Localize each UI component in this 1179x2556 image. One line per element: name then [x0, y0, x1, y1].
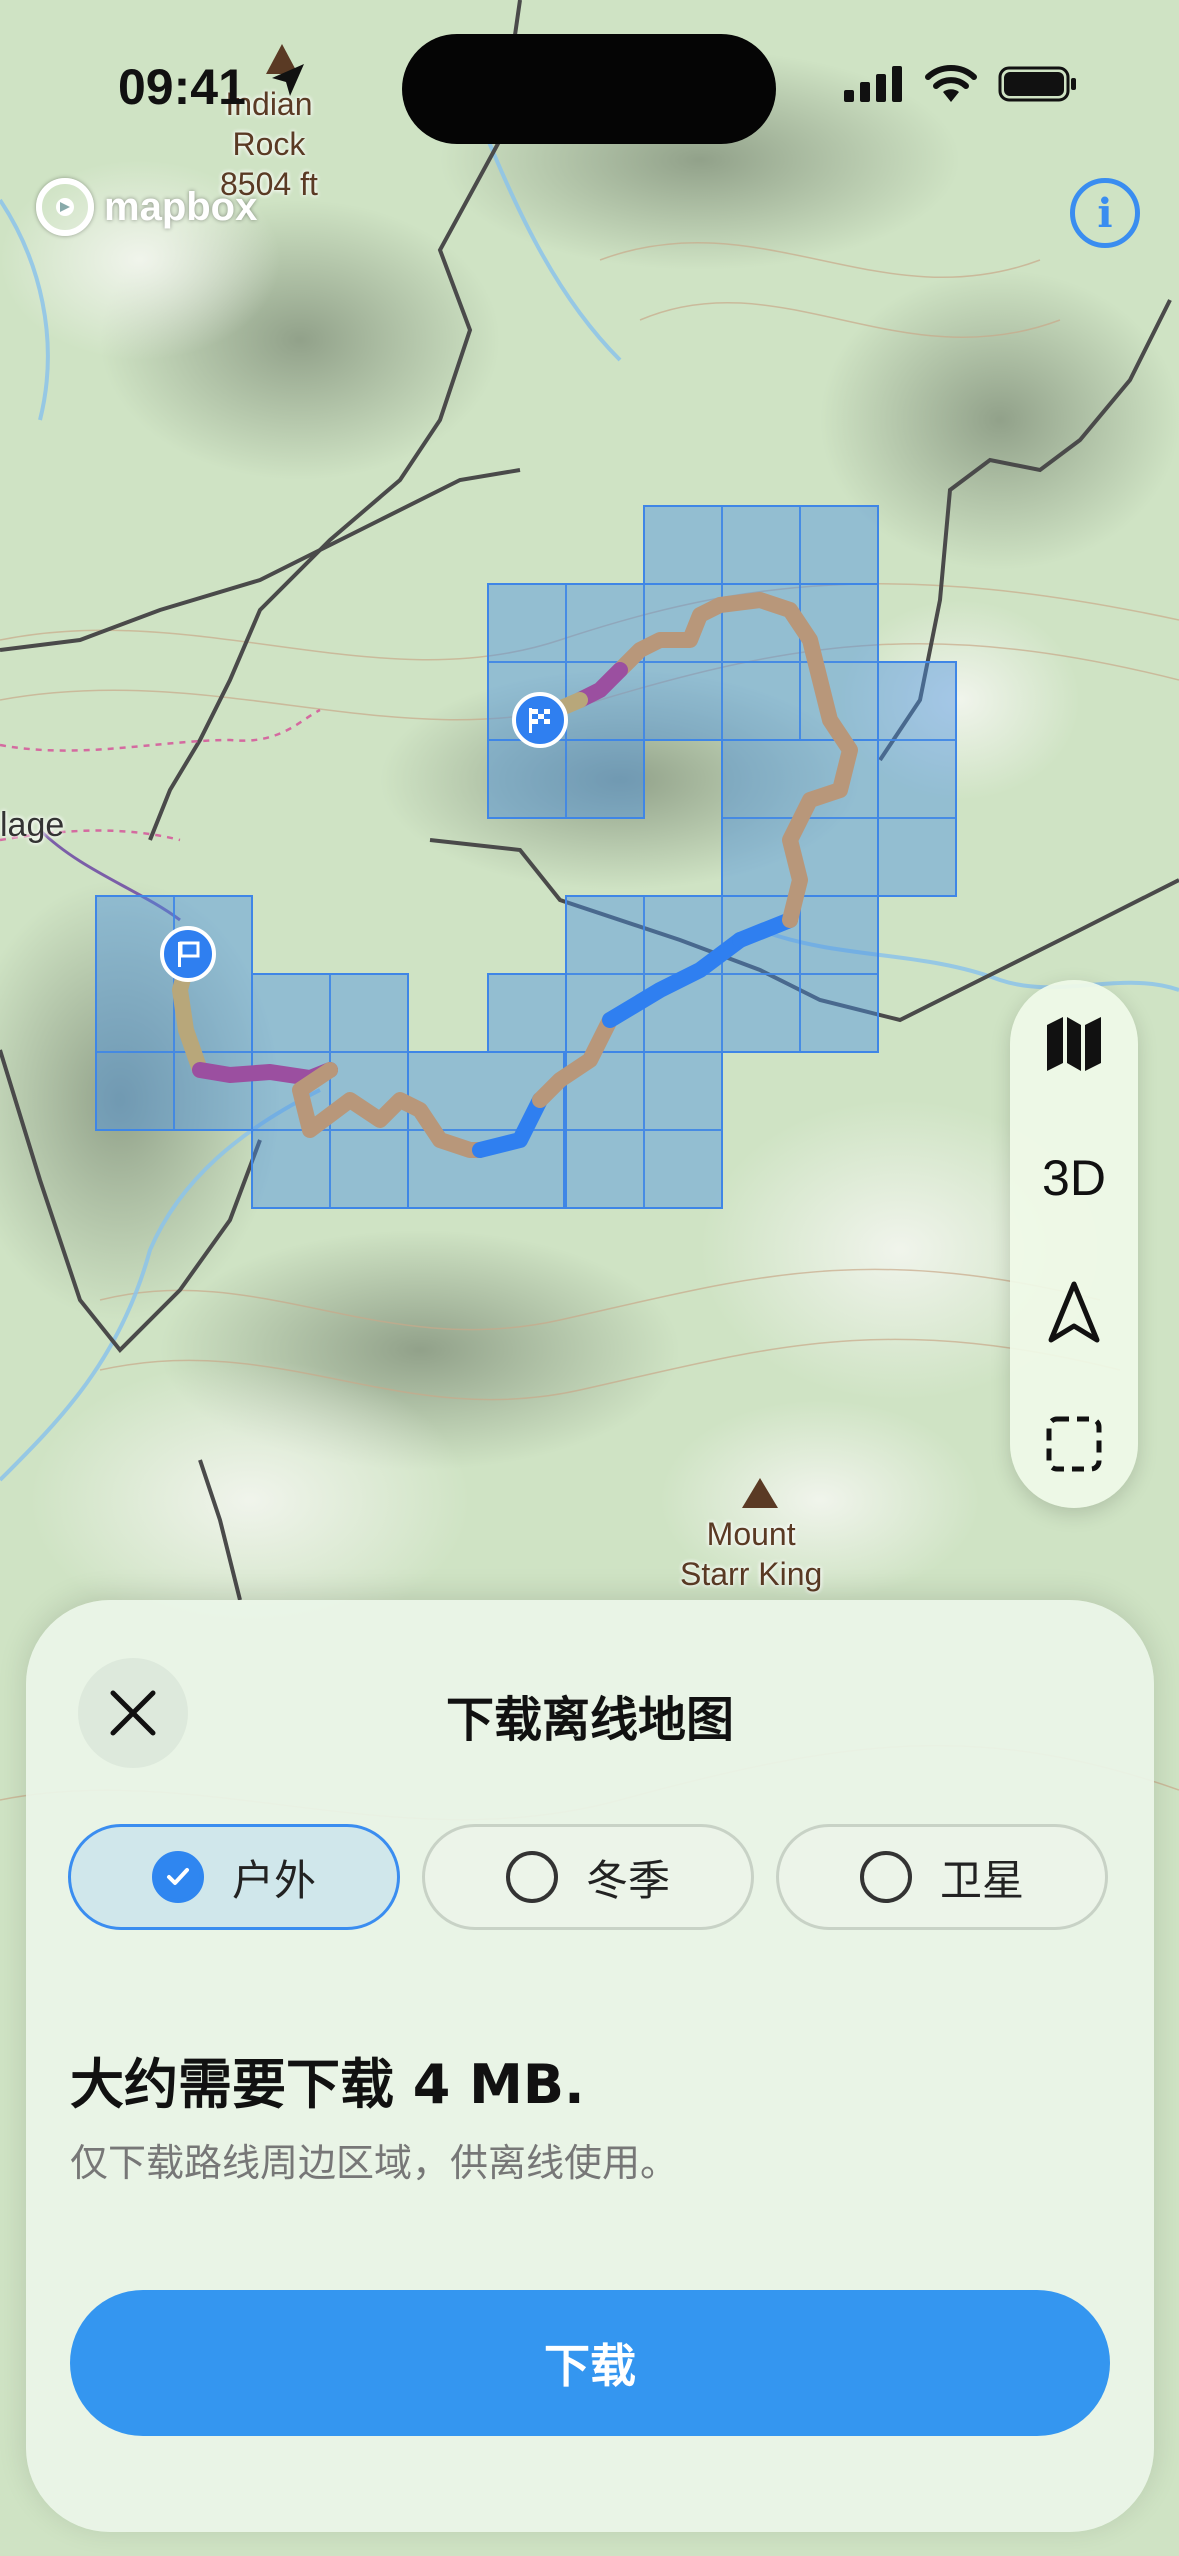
style-option-label: 冬季: [585, 1855, 670, 1905]
cellular-signal-icon: [844, 66, 902, 102]
dynamic-island: [402, 34, 776, 144]
style-option-label: 户外: [231, 1855, 316, 1905]
recenter-button[interactable]: [1010, 1262, 1138, 1362]
style-option-satellite[interactable]: 卫星: [776, 1824, 1108, 1930]
status-time: 09:41: [118, 59, 246, 115]
navigation-arrow-icon: [1048, 1281, 1100, 1343]
select-area-icon: [1046, 1416, 1102, 1472]
style-option-outdoor[interactable]: 户外: [68, 1824, 400, 1930]
download-size-text: 大约需要下载 4 MB.: [70, 2053, 585, 2116]
mapbox-logo: mapbox: [36, 178, 257, 236]
mapbox-mark-icon: [36, 178, 94, 236]
mapbox-wordmark: mapbox: [104, 184, 258, 229]
map-icon: [1047, 1017, 1101, 1071]
select-area-button[interactable]: [1010, 1394, 1138, 1494]
style-option-label: 卫星: [939, 1855, 1024, 1905]
sheet-title: 下载离线地图: [445, 1692, 734, 1748]
battery-icon: [998, 66, 1076, 102]
map-style-options: 户外 冬季 卫星: [68, 1824, 1108, 1930]
3d-toggle-button[interactable]: 3D: [1010, 1128, 1138, 1228]
radio-unchecked-icon: [859, 1851, 912, 1903]
download-button[interactable]: 下载: [70, 2290, 1110, 2436]
location-arrow-icon: [272, 64, 304, 96]
checkered-flag-icon: [529, 708, 550, 733]
radio-unchecked-icon: [505, 1851, 558, 1903]
checkmark-icon: [151, 1851, 204, 1903]
wifi-icon: [925, 65, 977, 102]
offline-download-sheet: 下载离线地图 户外 冬季 卫星 大约需要下载 4 MB. 仅下载路线周边区域，供…: [26, 1600, 1154, 2532]
flag-icon: [178, 941, 200, 967]
info-button[interactable]: i: [1070, 178, 1140, 248]
map-style-button[interactable]: [1010, 994, 1138, 1094]
info-icon: i: [1097, 189, 1113, 237]
map-controls: 3D: [1010, 980, 1138, 1508]
place-label-village: lage: [0, 806, 65, 844]
style-option-winter[interactable]: 冬季: [422, 1824, 754, 1930]
route-start-marker[interactable]: [160, 926, 216, 982]
route-end-marker[interactable]: [512, 692, 568, 748]
download-description: 仅下载路线周边区域，供离线使用。: [70, 2141, 679, 2185]
peak-label-mount-starr-king: Mount Starr King: [680, 1516, 823, 1592]
